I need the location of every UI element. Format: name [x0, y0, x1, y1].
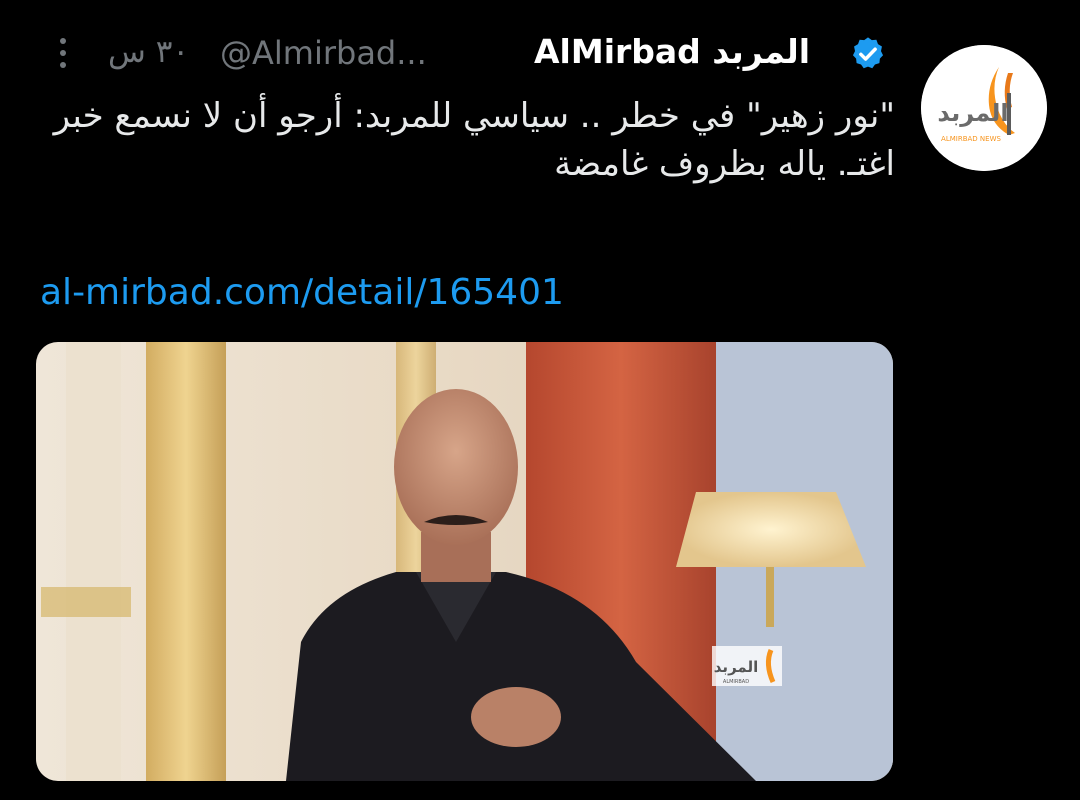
author-name[interactable]: AlMirbad المربد [534, 32, 810, 71]
author-handle[interactable]: @Almirbad... [220, 34, 427, 72]
more-options-icon[interactable] [46, 30, 80, 76]
tweet-link[interactable]: al-mirbad.com/detail/165401 [40, 272, 564, 313]
verified-badge-icon [849, 35, 887, 73]
avatar-logo-subtext: ALMIRBAD NEWS [941, 135, 1001, 143]
tweet-text: "نور زهير" في خطر .. سياسي للمربد: أرجو … [53, 96, 895, 184]
tweet-timestamp[interactable]: ٣٠ س [108, 34, 189, 70]
media-watermark-subtext: ALMIRBAD [723, 679, 749, 685]
media-watermark-text: المربد [714, 658, 758, 676]
avatar-logo-text: المربد [937, 99, 1008, 127]
author-avatar[interactable]: المربد ALMIRBAD NEWS [921, 45, 1047, 171]
tweet-media-image[interactable]: المربد ALMIRBAD [36, 342, 893, 781]
